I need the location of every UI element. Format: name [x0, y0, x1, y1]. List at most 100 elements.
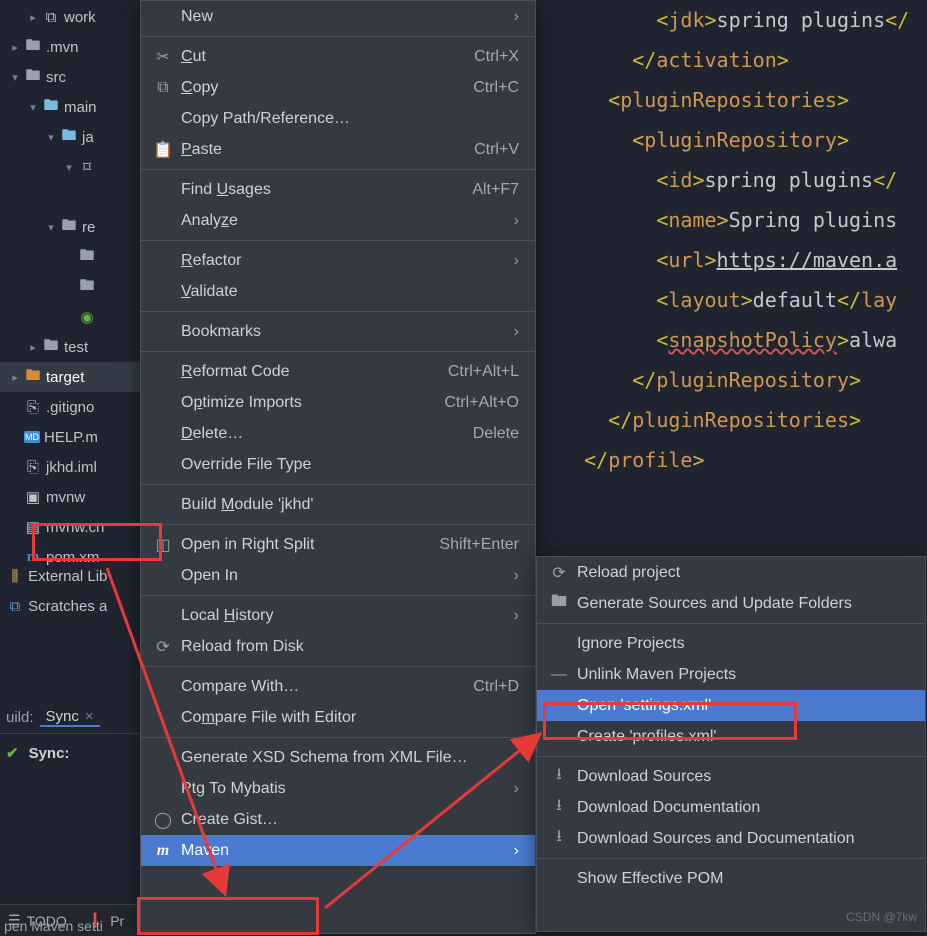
submenu-item-label: Download Documentation [577, 799, 760, 817]
menu-item[interactable]: New › [141, 1, 535, 32]
menu-item-label: Local History [181, 607, 274, 625]
submenu-item-label: Create 'profiles.xml' [577, 728, 716, 746]
menu-item[interactable]: Compare File with Editor [141, 702, 535, 733]
menu-item-label: Ptg To Mybatis [181, 780, 286, 798]
submenu-item[interactable]: ⭳Download Sources [537, 761, 925, 792]
menu-item[interactable]: ⧉CopyCtrl+C [141, 72, 535, 103]
tree-item-label: work [64, 9, 96, 26]
reload-icon: ⟳ [549, 563, 569, 583]
tree-item-label: target [46, 369, 84, 386]
shortcut: Ctrl+X [474, 48, 519, 66]
menu-item[interactable]: Refactor› [141, 245, 535, 276]
tree-item-label: HELP.m [44, 429, 98, 446]
menu-item[interactable]: Optimize ImportsCtrl+Alt+O [141, 387, 535, 418]
maven-icon: m [24, 549, 42, 566]
menu-item[interactable]: Bookmarks› [141, 316, 535, 347]
folder-open-icon: 🖿 [42, 95, 60, 120]
submenu-item-label: Download Sources [577, 768, 711, 786]
context-menu[interactable]: New › ✂CutCtrl+X⧉CopyCtrl+CCopy Path/Refer… [140, 0, 536, 934]
menu-item[interactable]: Analyze› [141, 205, 535, 236]
menu-item[interactable]: mMaven› [141, 835, 535, 866]
tree-item-label: re [82, 219, 95, 236]
shortcut: Delete [473, 425, 519, 443]
chevron-icon: ▾ [6, 71, 24, 84]
menu-item[interactable]: 📋PasteCtrl+V [141, 134, 535, 165]
menu-item[interactable]: Generate XSD Schema from XML File… [141, 742, 535, 773]
shortcut: Ctrl+Alt+O [444, 394, 519, 412]
close-icon[interactable]: × [85, 708, 94, 725]
separator [141, 524, 535, 525]
submenu-item[interactable]: ⭳Download Sources and Documentation [537, 823, 925, 854]
menu-item-label: Compare With… [181, 678, 299, 696]
menu-item[interactable]: Build Module 'jkhd' [141, 489, 535, 520]
menu-item[interactable]: Ptg To Mybatis› [141, 773, 535, 804]
check-icon: ✔ [6, 744, 19, 762]
separator [537, 756, 925, 757]
folder-res-icon: 🖿 [60, 215, 78, 240]
minus-icon: — [549, 666, 569, 684]
chevron-right-icon: › [514, 252, 519, 270]
submenu-item[interactable]: ⟳Reload project [537, 557, 925, 588]
folder-icon: 🖿 [78, 275, 96, 300]
menu-item[interactable]: Validate [141, 276, 535, 307]
folders-icon: 🖿 [549, 590, 569, 617]
build-tab[interactable]: uild: [0, 709, 40, 726]
menu-item[interactable]: Reformat CodeCtrl+Alt+L [141, 356, 535, 387]
menu-item[interactable]: Copy Path/Reference… [141, 103, 535, 134]
code-line: <name>Spring plugins [560, 200, 927, 240]
reload-icon: ⟳ [153, 637, 173, 657]
code-line: <snapshotPolicy>alwa [560, 320, 927, 360]
scratch-icon: ⧉ [6, 598, 24, 615]
menu-item[interactable]: Override File Type [141, 449, 535, 480]
code-line: </profile> [560, 440, 927, 480]
menu-item-label: Find Usages [181, 181, 271, 199]
separator [141, 595, 535, 596]
menu-item[interactable]: ◫Open in Right SplitShift+Enter [141, 529, 535, 560]
status-hint: pen Maven setti [0, 918, 103, 934]
submenu-item[interactable]: Create 'profiles.xml' [537, 721, 925, 752]
chevron-icon: ▸ [24, 11, 42, 24]
chevron-icon: ▸ [6, 371, 24, 384]
menu-item-label: Open in Right Split [181, 536, 314, 554]
external-libraries[interactable]: ⫼ External Lib [6, 568, 107, 585]
folder-icon: 🖿 [78, 245, 96, 270]
submenu-item[interactable]: Ignore Projects [537, 628, 925, 659]
menu-item[interactable]: Open In› [141, 560, 535, 591]
menu-item[interactable]: Local History› [141, 600, 535, 631]
code-line: <pluginRepositories> [560, 80, 927, 120]
camera-icon: ⌑ [78, 158, 96, 176]
folder-open-icon: 🖿 [60, 125, 78, 150]
submenu-item[interactable]: 🖿Generate Sources and Update Folders [537, 588, 925, 619]
chevron-icon: ▾ [42, 131, 60, 144]
separator [537, 623, 925, 624]
menu-item-label: Override File Type [181, 456, 311, 474]
code-line: <jdk>spring plugins</ [560, 0, 927, 40]
submenu-item[interactable]: Open 'settings.xml' [537, 690, 925, 721]
menu-item[interactable]: Find UsagesAlt+F7 [141, 174, 535, 205]
submenu-item[interactable]: Show Effective POM [537, 863, 925, 894]
scratches[interactable]: ⧉ Scratches a [6, 598, 107, 615]
menu-item[interactable]: Delete…Delete [141, 418, 535, 449]
menu-item[interactable]: Compare With…Ctrl+D [141, 671, 535, 702]
menu-item[interactable]: ⟳Reload from Disk [141, 631, 535, 662]
build-tool-window[interactable]: uild: Sync × ✔ Sync: [0, 702, 140, 902]
submenu-item[interactable]: ⭳Download Documentation [537, 792, 925, 823]
menu-item[interactable]: ◯Create Gist… [141, 804, 535, 835]
maven-submenu[interactable]: ⟳Reload project🖿Generate Sources and Upd… [536, 556, 926, 932]
sync-tab[interactable]: Sync × [40, 708, 100, 727]
chevron-right-icon: › [514, 8, 519, 26]
separator [537, 858, 925, 859]
watermark: CSDN @7kw [846, 910, 917, 924]
code-line: </pluginRepositories> [560, 400, 927, 440]
tree-item-label: ja [82, 129, 94, 146]
library-icon: ⫼ [6, 568, 24, 585]
submenu-item[interactable]: —Unlink Maven Projects [537, 659, 925, 690]
menu-item-label: Copy [181, 79, 218, 97]
editor-pane[interactable]: <jdk>spring plugins</ </activation> <plu… [560, 0, 927, 560]
cut-icon: ✂ [153, 47, 173, 67]
menu-item[interactable]: ✂CutCtrl+X [141, 41, 535, 72]
tree-item-label: mvnw [46, 489, 85, 506]
separator [141, 36, 535, 37]
menu-item-label: Analyze [181, 212, 238, 230]
menu-item-label: New [181, 8, 213, 26]
